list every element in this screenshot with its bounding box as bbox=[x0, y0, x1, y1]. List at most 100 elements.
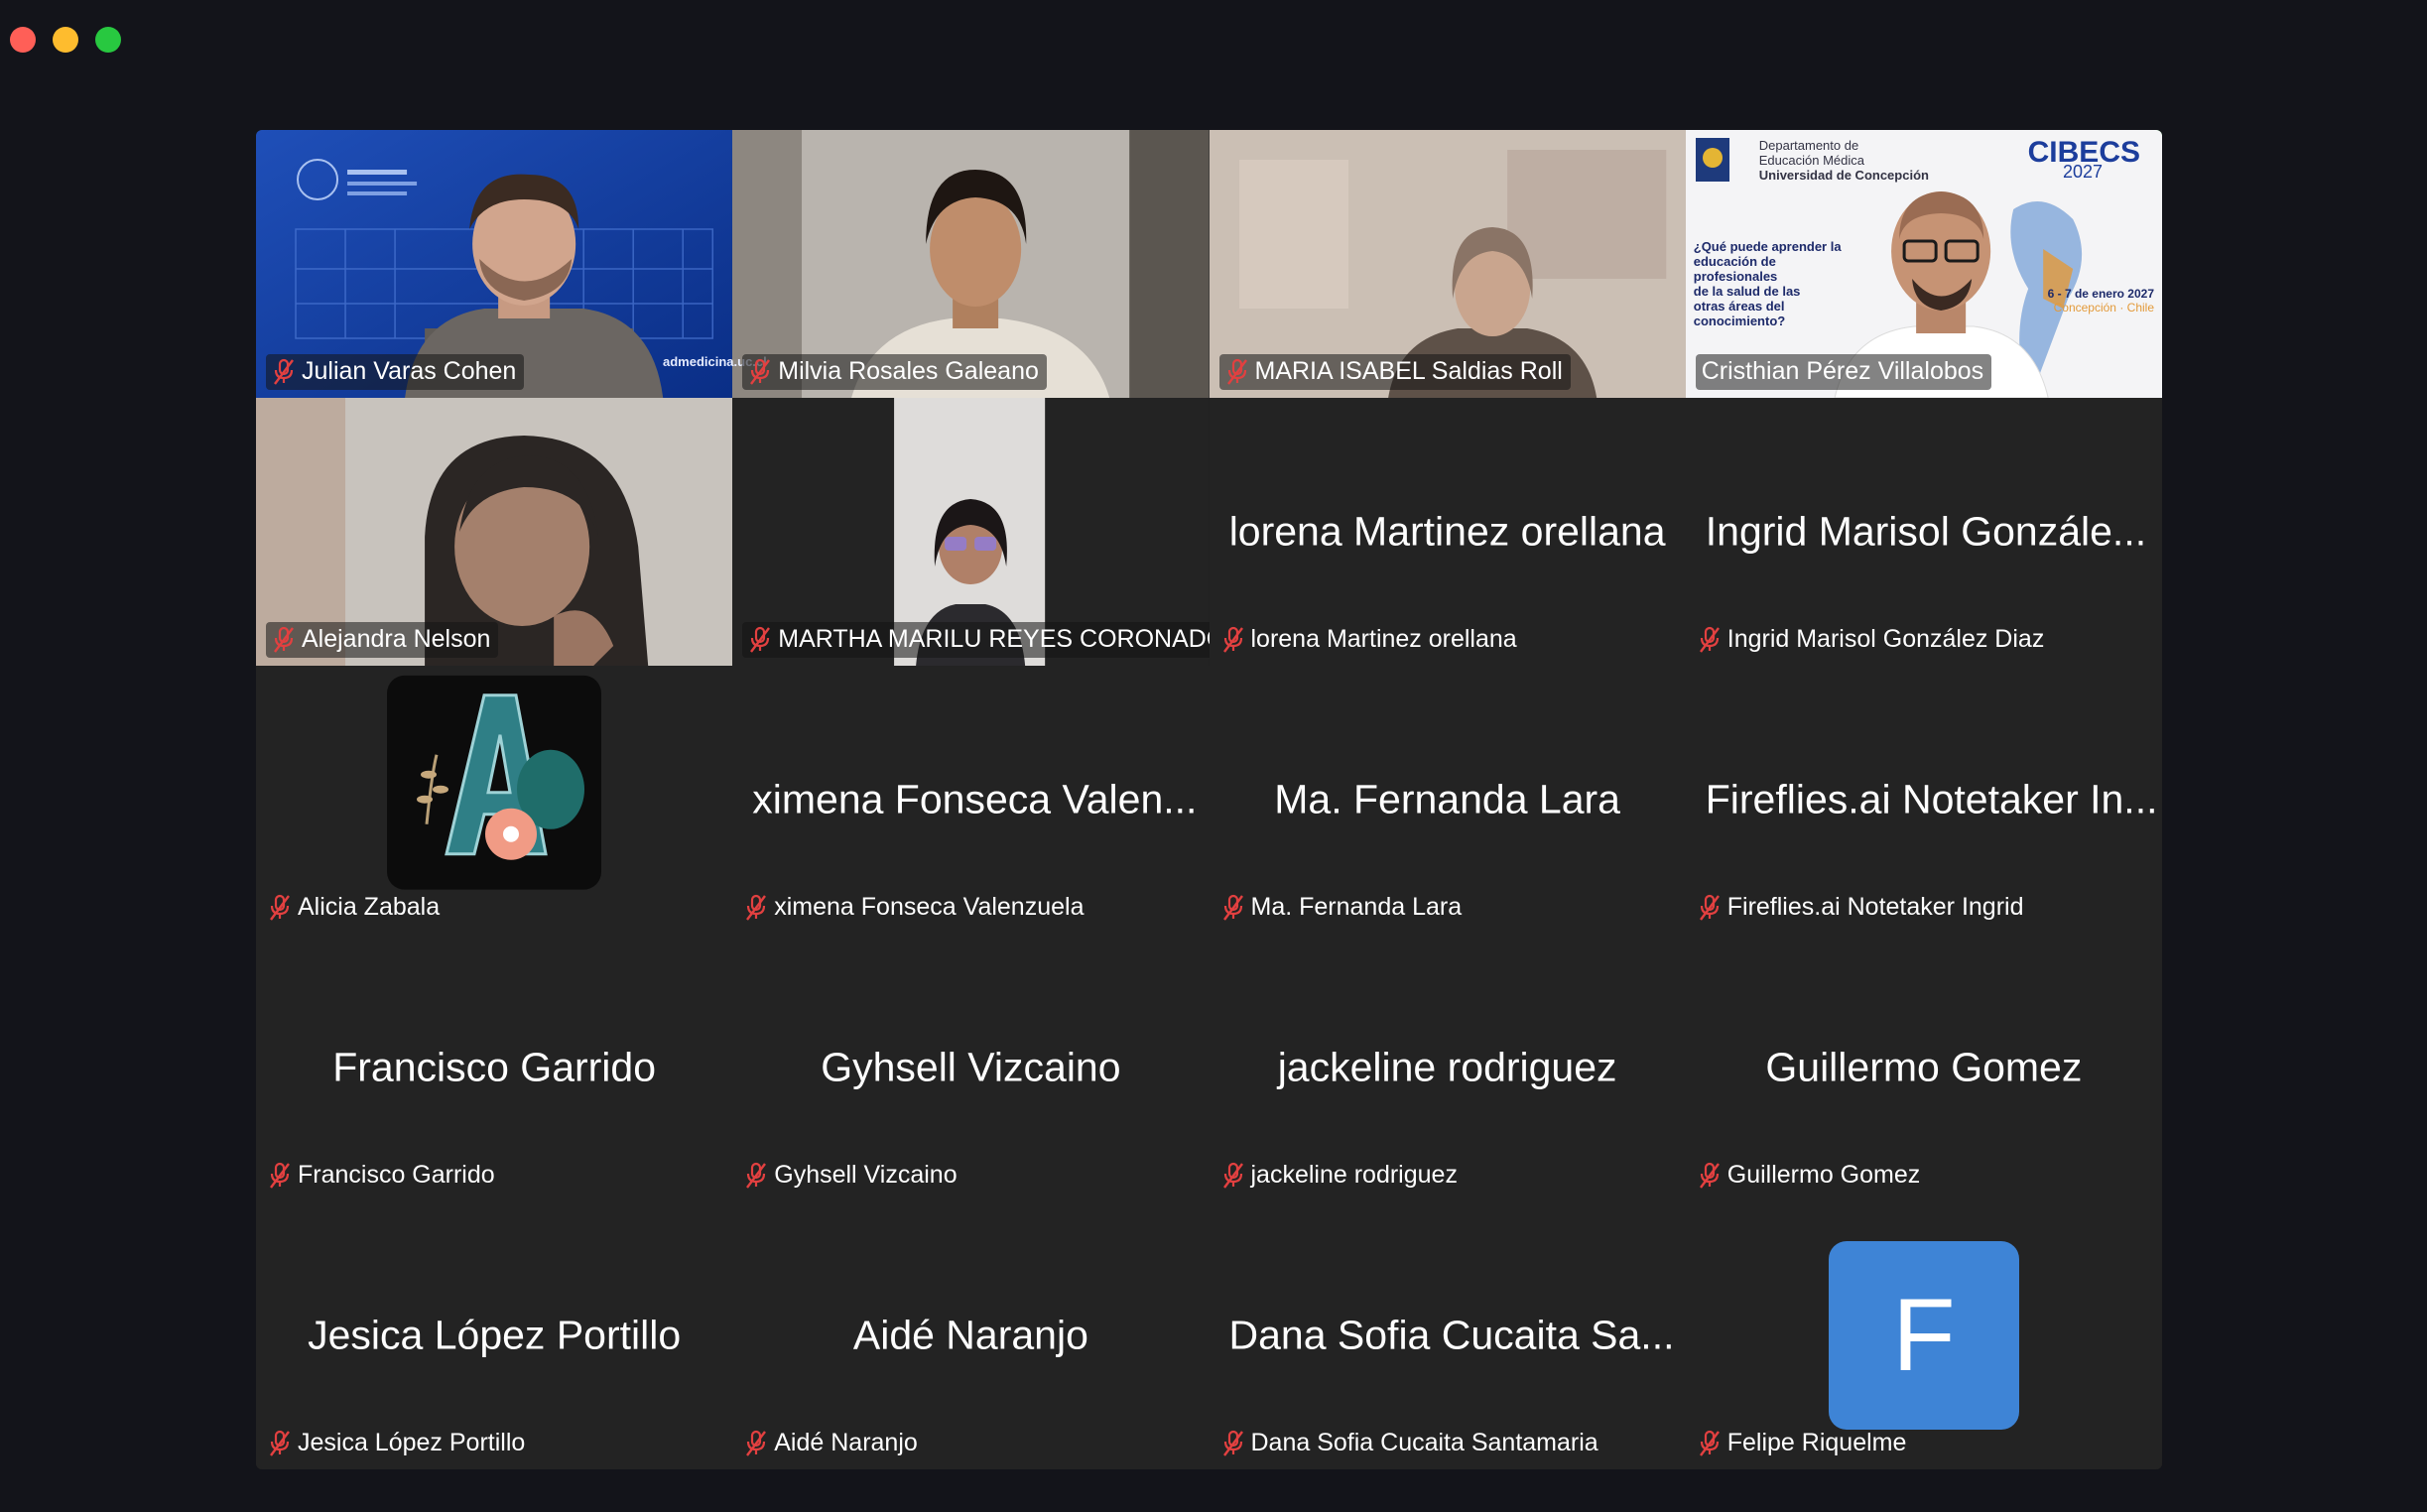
participant-name: Aidé Naranjo bbox=[774, 1429, 918, 1456]
participant-name: ximena Fonseca Valenzuela bbox=[774, 893, 1085, 921]
participant-tile-jackeline-rodriguez[interactable]: jackeline rodriguez jackeline rodriguez bbox=[1209, 934, 1686, 1201]
mic-off-icon bbox=[746, 894, 767, 921]
participant-nameplate: Francisco Garrido bbox=[266, 1158, 503, 1194]
mic-off-icon bbox=[1222, 1430, 1243, 1456]
participant-name: MARTHA MARILU REYES CORONADO bbox=[778, 625, 1210, 653]
participant-display-name: Jesica López Portillo bbox=[308, 1312, 682, 1358]
mic-off-icon bbox=[1699, 894, 1720, 921]
participant-tile-gyhsell-vizcaino[interactable]: Gyhsell Vizcaino Gyhsell Vizcaino bbox=[732, 934, 1210, 1201]
participant-nameplate: Felipe Riquelme bbox=[1696, 1426, 1915, 1461]
participant-nameplate: lorena Martinez orellana bbox=[1219, 622, 1525, 658]
participant-nameplate: MARTHA MARILU REYES CORONADO bbox=[742, 622, 1210, 658]
participant-tile-maria-isabel-saldias-roll[interactable]: MARIA ISABEL Saldias Roll bbox=[1209, 130, 1686, 398]
mic-off-icon bbox=[1699, 626, 1720, 653]
avatar: F bbox=[1828, 1241, 2019, 1430]
participant-display-name: Aidé Naranjo bbox=[852, 1312, 1088, 1358]
participant-tile-cristhian-perez-villalobos[interactable]: Departamento de Educación Médica Univers… bbox=[1685, 130, 2162, 398]
participant-tile-ximena-fonseca-valenzuela[interactable]: ximena Fonseca Valen... ximena Fonseca V… bbox=[732, 666, 1210, 934]
participant-tile-ingrid-marisol-gonzalez-diaz[interactable]: Ingrid Marisol Gonzále... Ingrid Marisol… bbox=[1685, 398, 2162, 666]
participant-tile-guillermo-gomez[interactable]: Guillermo Gomez Guillermo Gomez bbox=[1685, 934, 2162, 1201]
virtual-background-header: Departamento de Educación Médica Univers… bbox=[1758, 138, 1929, 183]
participant-tile-jesica-lopez-portillo[interactable]: Jesica López Portillo Jesica López Porti… bbox=[256, 1201, 733, 1469]
letter-a-floral-icon bbox=[387, 675, 602, 890]
participant-display-name: jackeline rodriguez bbox=[1277, 1044, 1617, 1090]
mic-off-icon bbox=[746, 1162, 767, 1189]
mic-off-icon bbox=[270, 894, 290, 921]
participant-name: Ma. Fernanda Lara bbox=[1250, 893, 1463, 921]
zoom-window-button[interactable] bbox=[95, 27, 121, 53]
participant-display-name: Guillermo Gomez bbox=[1765, 1044, 2083, 1090]
participant-name: lorena Martinez orellana bbox=[1250, 625, 1517, 653]
participant-nameplate: Dana Sofia Cucaita Santamaria bbox=[1219, 1426, 1606, 1461]
participant-display-name: lorena Martinez orellana bbox=[1228, 508, 1666, 555]
participant-name: Gyhsell Vizcaino bbox=[774, 1161, 958, 1189]
mic-off-icon bbox=[1699, 1430, 1720, 1456]
participant-nameplate: Ma. Fernanda Lara bbox=[1219, 890, 1470, 926]
participant-display-name: ximena Fonseca Valen... bbox=[752, 776, 1198, 822]
participant-display-name: Ingrid Marisol Gonzále... bbox=[1705, 508, 2147, 555]
mic-off-icon bbox=[270, 1430, 290, 1456]
participant-name: Julian Varas Cohen bbox=[302, 357, 517, 385]
mic-off-icon bbox=[750, 626, 771, 653]
participant-name: Ingrid Marisol González Diaz bbox=[1726, 625, 2045, 653]
mic-off-icon bbox=[274, 358, 294, 385]
participant-name: Milvia Rosales Galeano bbox=[778, 357, 1039, 385]
close-window-button[interactable] bbox=[10, 27, 36, 53]
participant-name: Felipe Riquelme bbox=[1726, 1429, 1907, 1456]
participant-nameplate: Milvia Rosales Galeano bbox=[742, 354, 1047, 390]
mic-off-icon bbox=[750, 358, 771, 385]
participant-display-name: Dana Sofia Cucaita Sa... bbox=[1228, 1312, 1675, 1358]
participant-nameplate: Alejandra Nelson bbox=[266, 622, 499, 658]
window-controls bbox=[10, 27, 121, 53]
participant-name: Guillermo Gomez bbox=[1726, 1161, 1921, 1189]
participant-display-name: Ma. Fernanda Lara bbox=[1274, 776, 1620, 822]
meeting-window: Julian Varas Cohen Milvia Rosales Galean… bbox=[0, 0, 2427, 1512]
participant-name: Alicia Zabala bbox=[298, 893, 441, 921]
virtual-background-date: 6 - 7 de enero 2027 Concepción · Chile bbox=[2047, 287, 2154, 315]
participant-nameplate: jackeline rodriguez bbox=[1219, 1158, 1466, 1194]
mic-off-icon bbox=[1226, 358, 1247, 385]
mic-off-icon bbox=[274, 626, 294, 653]
participant-tile-julian-varas-cohen[interactable]: Julian Varas Cohen bbox=[256, 130, 733, 398]
participant-nameplate: MARIA ISABEL Saldias Roll bbox=[1218, 354, 1571, 390]
mic-off-icon bbox=[1699, 1162, 1720, 1189]
participant-tile-dana-sofia-cucaita-santamaria[interactable]: Dana Sofia Cucaita Sa... Dana Sofia Cuca… bbox=[1209, 1201, 1686, 1469]
participant-nameplate: ximena Fonseca Valenzuela bbox=[742, 890, 1091, 926]
participant-display-name: Gyhsell Vizcaino bbox=[821, 1044, 1121, 1090]
participant-display-name: Fireflies.ai Notetaker In... bbox=[1705, 776, 2158, 822]
participant-nameplate: Julian Varas Cohen bbox=[266, 354, 525, 390]
participant-tile-fireflies-notetaker[interactable]: Fireflies.ai Notetaker In... Fireflies.a… bbox=[1685, 666, 2162, 934]
mic-off-icon bbox=[1222, 626, 1243, 653]
participant-tile-ma-fernanda-lara[interactable]: Ma. Fernanda Lara Ma. Fernanda Lara bbox=[1209, 666, 1686, 934]
participant-tile-felipe-riquelme[interactable]: F Felipe Riquelme bbox=[1685, 1201, 2162, 1469]
participant-name: MARIA ISABEL Saldias Roll bbox=[1254, 357, 1563, 385]
participant-nameplate: Ingrid Marisol González Diaz bbox=[1696, 622, 2053, 658]
minimize-window-button[interactable] bbox=[53, 27, 78, 53]
participant-name: Cristhian Pérez Villalobos bbox=[1701, 357, 1984, 385]
participant-nameplate: Fireflies.ai Notetaker Ingrid bbox=[1696, 890, 2032, 926]
participant-name: Alejandra Nelson bbox=[302, 625, 491, 653]
participant-name: jackeline rodriguez bbox=[1250, 1161, 1458, 1189]
participant-nameplate: Gyhsell Vizcaino bbox=[742, 1158, 964, 1194]
participant-name: Fireflies.ai Notetaker Ingrid bbox=[1726, 893, 2024, 921]
participant-tile-francisco-garrido[interactable]: Francisco Garrido Francisco Garrido bbox=[256, 934, 733, 1201]
participant-name: Francisco Garrido bbox=[298, 1161, 495, 1189]
participant-name: Dana Sofia Cucaita Santamaria bbox=[1250, 1429, 1598, 1456]
mic-off-icon bbox=[270, 1162, 290, 1189]
participant-nameplate: Alicia Zabala bbox=[266, 890, 447, 926]
participant-nameplate: Guillermo Gomez bbox=[1696, 1158, 1929, 1194]
mic-off-icon bbox=[746, 1430, 767, 1456]
participant-tile-aide-naranjo[interactable]: Aidé Naranjo Aidé Naranjo bbox=[732, 1201, 1210, 1469]
participant-tile-alejandra-nelson[interactable]: Alejandra Nelson bbox=[256, 398, 733, 666]
participant-tile-milvia-rosales-galeano[interactable]: Milvia Rosales Galeano bbox=[732, 130, 1210, 398]
participant-tile-lorena-martinez-orellana[interactable]: lorena Martinez orellana lorena Martinez… bbox=[1209, 398, 1686, 666]
mic-off-icon bbox=[1222, 894, 1243, 921]
virtual-background-question: ¿Qué puede aprender la educación de prof… bbox=[1693, 239, 1842, 328]
mic-off-icon bbox=[1222, 1162, 1243, 1189]
participant-tile-martha-marilu-reyes-coronado[interactable]: MARTHA MARILU REYES CORONADO bbox=[732, 398, 1210, 666]
participant-name: Jesica López Portillo bbox=[298, 1429, 526, 1456]
participant-display-name: Francisco Garrido bbox=[332, 1044, 657, 1090]
participant-nameplate: Jesica López Portillo bbox=[266, 1426, 533, 1461]
participant-gallery: Julian Varas Cohen Milvia Rosales Galean… bbox=[256, 130, 2162, 1469]
participant-tile-alicia-zabala[interactable]: Alicia Zabala bbox=[256, 666, 733, 934]
